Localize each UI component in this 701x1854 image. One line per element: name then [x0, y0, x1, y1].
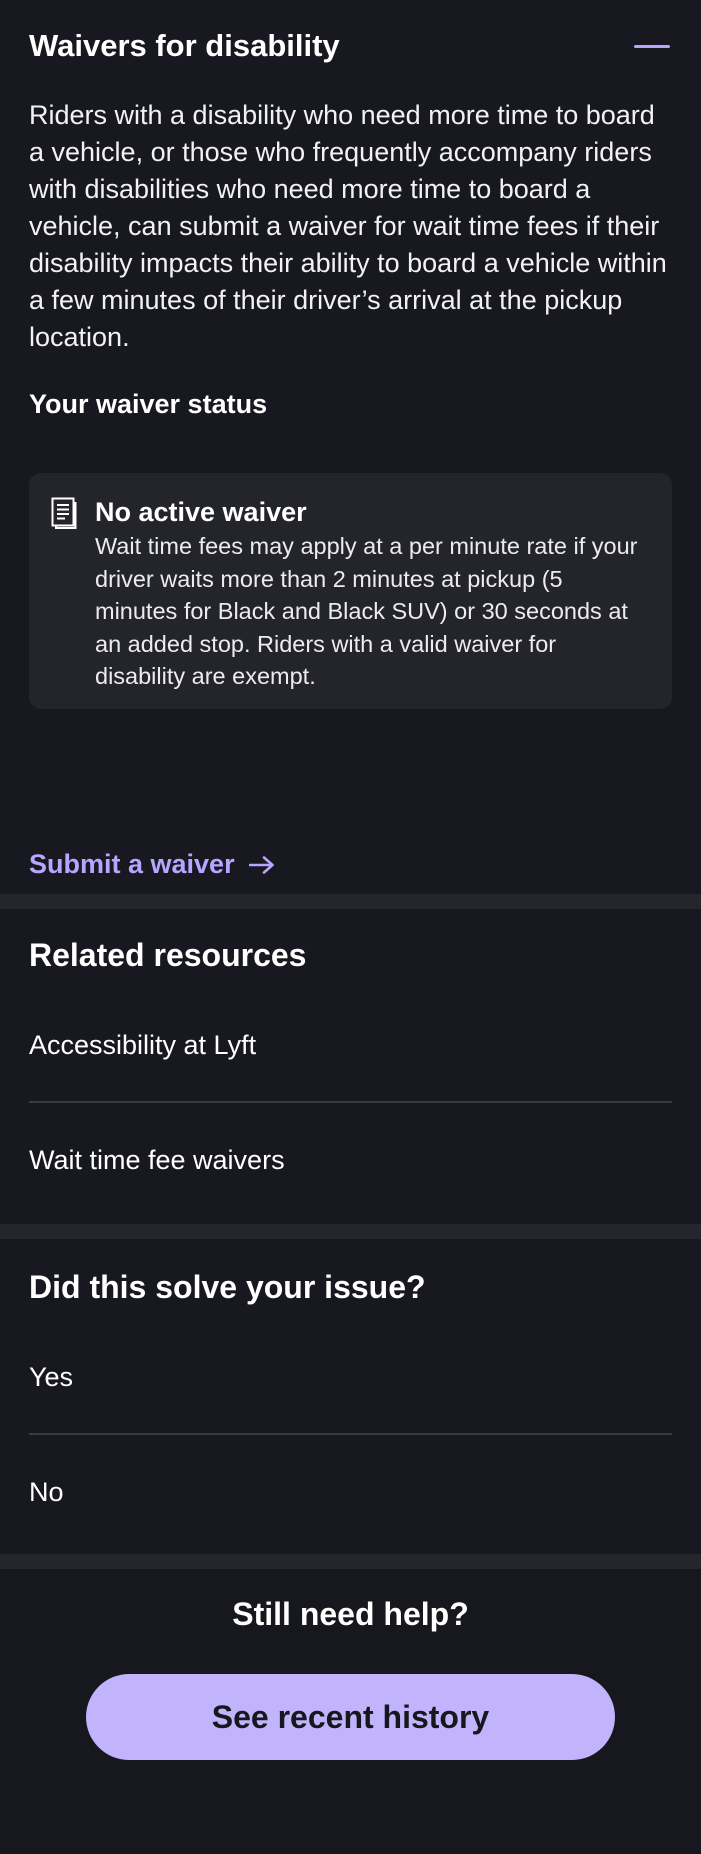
help-heading: Still need help? [232, 1596, 469, 1632]
waiver-status-card: No active waiver Wait time fees may appl… [29, 473, 672, 709]
collapse-minus-icon[interactable] [634, 44, 670, 48]
section-divider [0, 894, 701, 909]
waiver-section: Waivers for disability Riders with a dis… [0, 0, 701, 894]
submit-waiver-link[interactable]: Submit a waiver [29, 849, 275, 880]
list-divider [29, 1101, 672, 1103]
waiver-title: Waivers for disability [29, 28, 340, 63]
help-section: Still need help? See recent history [0, 1569, 701, 1854]
see-recent-history-button[interactable]: See recent history [86, 1674, 615, 1760]
feedback-section: Did this solve your issue? Yes No [0, 1239, 701, 1554]
waiver-header[interactable]: Waivers for disability [29, 0, 672, 66]
waiver-card-title: No active waiver [95, 497, 307, 527]
related-item-accessibility[interactable]: Accessibility at Lyft [29, 1027, 672, 1063]
document-icon [51, 497, 77, 529]
feedback-heading: Did this solve your issue? [29, 1269, 426, 1305]
waiver-card-text: Wait time fees may apply at a per minute… [95, 533, 638, 689]
waiver-description: Riders with a disability who need more t… [29, 100, 667, 352]
list-divider [29, 1433, 672, 1435]
arrow-right-icon [248, 855, 274, 874]
related-item-wait-time-waivers[interactable]: Wait time fee waivers [29, 1142, 672, 1178]
waiver-card-body: No active waiver Wait time fees may appl… [95, 495, 642, 693]
submit-waiver-label: Submit a waiver [29, 849, 235, 879]
feedback-no-option[interactable]: No [29, 1474, 672, 1510]
waiver-status-label: Your waiver status [29, 389, 268, 419]
related-resources-heading: Related resources [29, 937, 307, 973]
section-divider [0, 1224, 701, 1239]
help-article-page: Waivers for disability Riders with a dis… [0, 0, 701, 1854]
feedback-yes-option[interactable]: Yes [29, 1359, 672, 1395]
related-resources-section: Related resources Accessibility at Lyft … [0, 909, 701, 1224]
section-divider [0, 1554, 701, 1569]
